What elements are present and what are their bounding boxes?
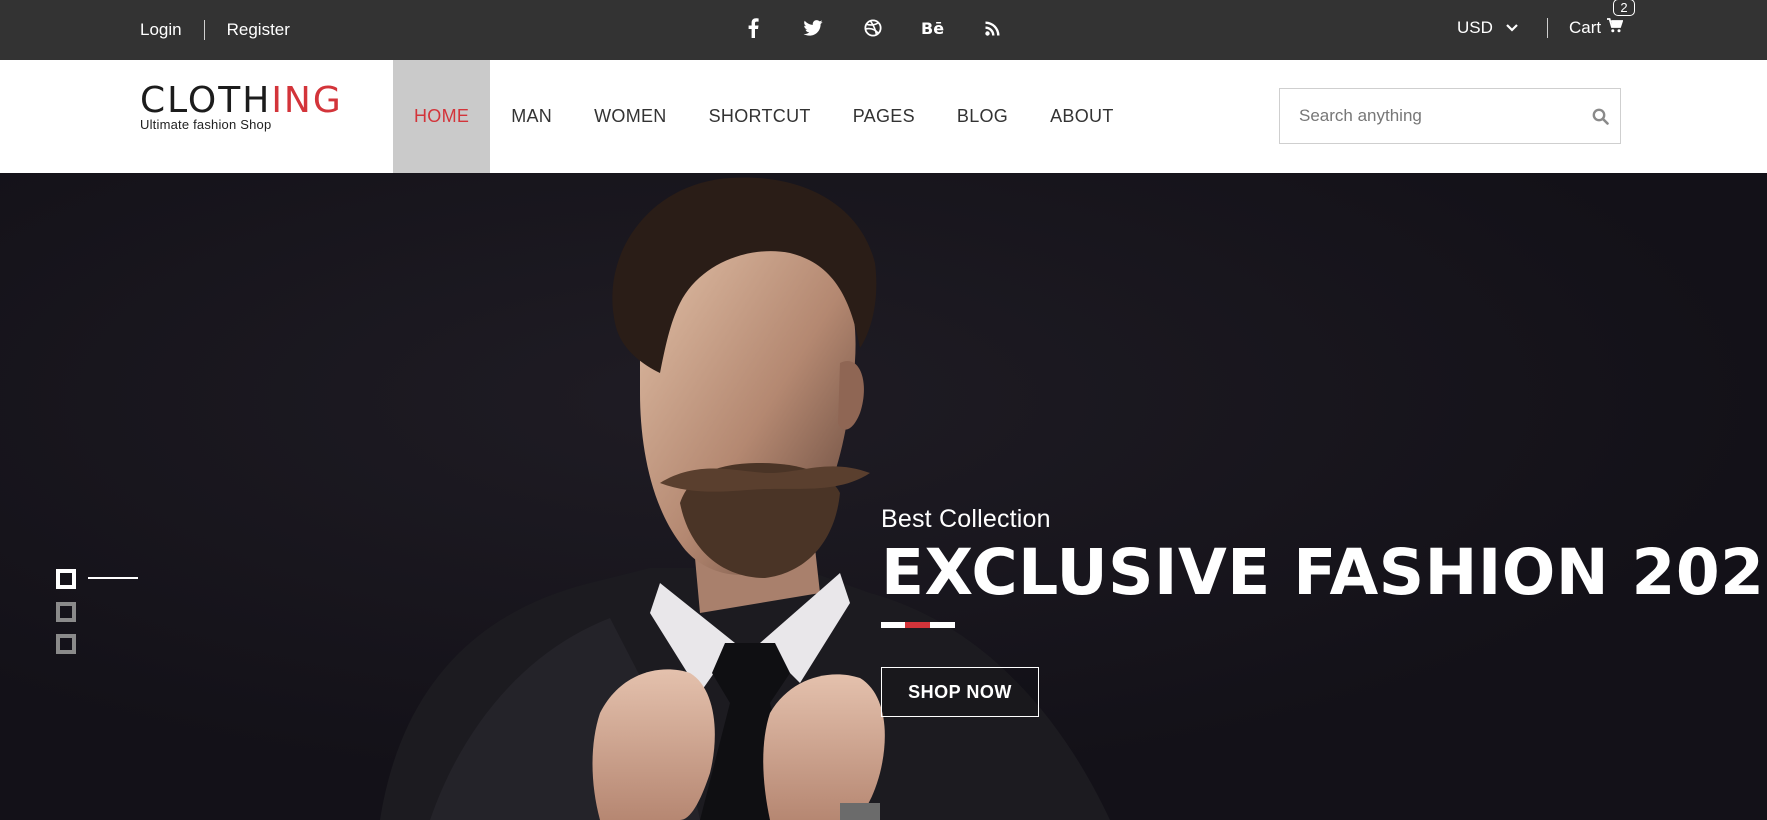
nav-item-man[interactable]: MAN [490, 60, 573, 173]
behance-icon[interactable]: Bē [920, 15, 946, 41]
logo-word-accent: ING [271, 80, 343, 121]
auth-divider [203, 20, 205, 40]
accent-bar-middle [905, 622, 930, 628]
slide-dot-1[interactable] [56, 569, 76, 589]
active-slide-line [88, 577, 138, 579]
register-link[interactable]: Register [227, 20, 290, 40]
hero-title: EXCLUSIVE FASHION 2022 [881, 536, 1767, 609]
logo-word-main: CLOTH [140, 80, 272, 121]
cart-label: Cart [1569, 18, 1602, 37]
shop-now-button[interactable]: SHOP NOW [881, 667, 1039, 717]
twitter-icon[interactable] [800, 15, 826, 41]
nav-item-women[interactable]: WOMEN [573, 60, 688, 173]
nav-item-label: ABOUT [1050, 106, 1114, 126]
slide-dot-3[interactable] [56, 634, 76, 654]
nav-item-pages[interactable]: PAGES [832, 60, 936, 173]
nav-item-label: WOMEN [594, 106, 667, 126]
cart-link[interactable]: Cart 2 [1569, 0, 1635, 56]
nav-item-home[interactable]: HOME [393, 60, 491, 173]
topbar-divider [1547, 18, 1548, 38]
cart-count-badge: 2 [1613, 0, 1635, 16]
search-icon[interactable] [1580, 108, 1620, 125]
hero-caption: Best Collection EXCLUSIVE FASHION 2022 [881, 505, 1767, 628]
svg-text:Bē: Bē [921, 20, 944, 36]
hero-subtitle: Best Collection [881, 505, 1051, 533]
currency-value: USD [1457, 18, 1493, 37]
currency-selector[interactable]: USD [1457, 0, 1519, 56]
nav-item-about[interactable]: ABOUT [1029, 60, 1135, 173]
auth-links: Login Register [140, 0, 290, 60]
login-link[interactable]: Login [140, 20, 182, 40]
nav-item-label: HOME [414, 106, 470, 126]
hero-slider: Best Collection EXCLUSIVE FASHION 2022 S… [0, 173, 1767, 820]
accent-bar-left [881, 622, 905, 628]
top-bar: Login Register Bē USD Cart 2 [0, 0, 1767, 60]
main-nav: HOME MAN WOMEN SHORTCUT PAGES BLOG ABOUT [393, 60, 1135, 173]
search-input[interactable] [1280, 89, 1580, 143]
hero-model-image [0, 173, 1767, 820]
nav-item-label: PAGES [852, 106, 915, 126]
chevron-down-icon [1505, 18, 1519, 38]
search-box [1279, 88, 1621, 144]
nav-item-shortcut[interactable]: SHORTCUT [688, 60, 832, 173]
hero-accent-bar [881, 622, 1767, 628]
facebook-icon[interactable] [740, 15, 766, 41]
cart-icon [1607, 18, 1624, 38]
dribbble-icon[interactable] [860, 15, 886, 41]
nav-item-label: BLOG [956, 106, 1009, 126]
rss-icon[interactable] [980, 15, 1006, 41]
accent-bar-right [930, 622, 955, 628]
social-links: Bē [740, 0, 1006, 56]
nav-item-blog[interactable]: BLOG [936, 60, 1029, 173]
main-header: CLOTHING Ultimate fashion Shop HOME MAN … [0, 60, 1767, 173]
nav-item-label: SHORTCUT [708, 106, 811, 126]
logo-wordmark: CLOTHING [140, 82, 343, 120]
site-logo[interactable]: CLOTHING Ultimate fashion Shop [140, 82, 343, 133]
slide-dot-2[interactable] [56, 602, 76, 622]
nav-item-label: MAN [511, 106, 553, 126]
